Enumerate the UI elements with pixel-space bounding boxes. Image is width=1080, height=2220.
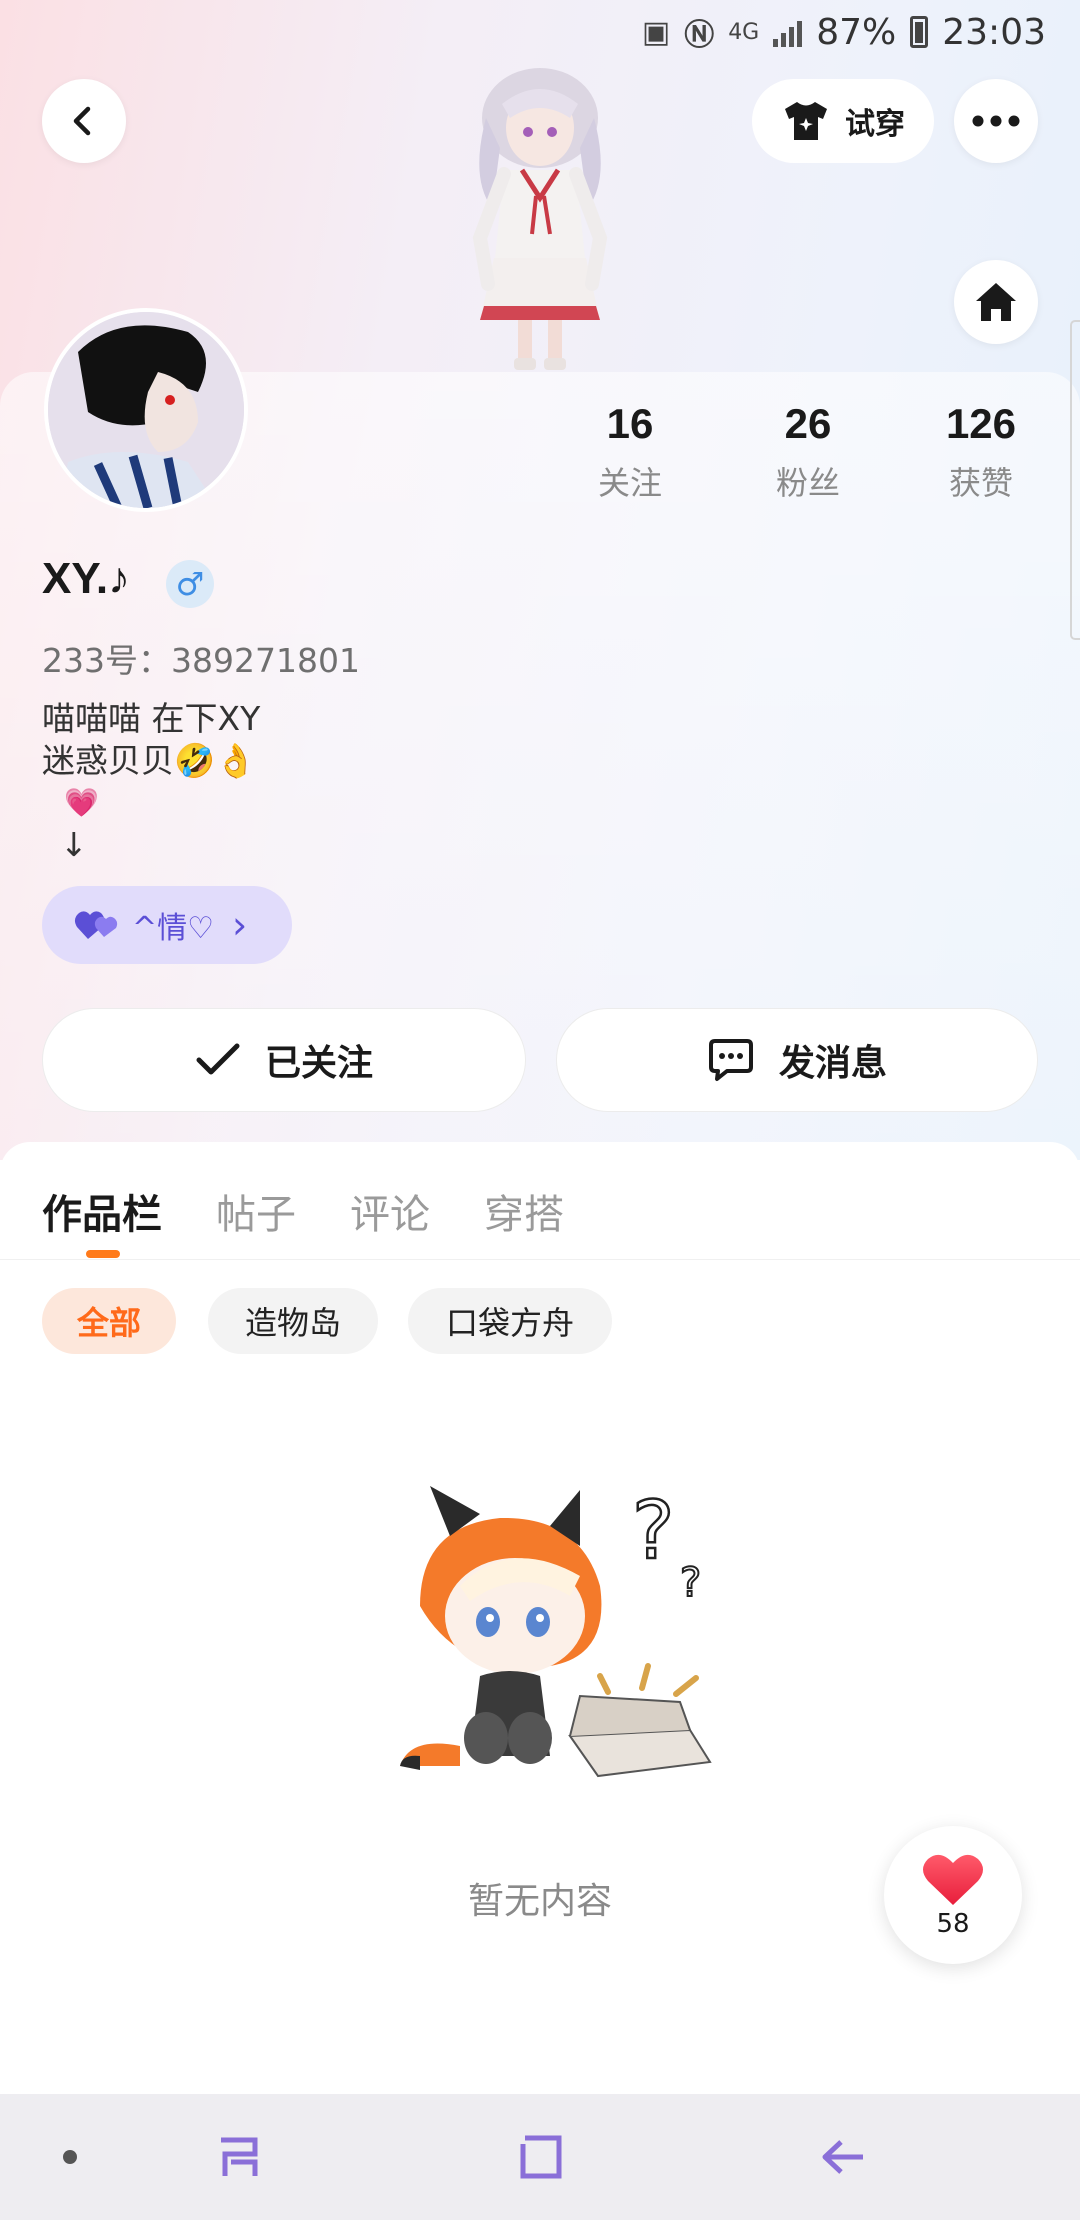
tab-posts[interactable]: 帖子 (216, 1182, 296, 1240)
3d-avatar-figure[interactable] (440, 58, 640, 374)
following-count: 16 (606, 400, 654, 447)
empty-state-illustration: ? ? (400, 1483, 712, 1778)
content-tabs: 作品栏 帖子 评论 穿搭 (0, 1142, 1080, 1260)
nfc-icon: Ⓝ (684, 18, 715, 53)
tab-comments[interactable]: 评论 (350, 1182, 430, 1240)
user-id[interactable]: 233号：389271801 (42, 634, 360, 682)
bio-line: ↓ (60, 825, 88, 864)
signal-icon (773, 17, 803, 47)
tab-outfits[interactable]: 穿搭 (484, 1182, 564, 1240)
relationship-tag-label: ^情♡ (132, 911, 215, 946)
bio-line: 喵喵喵 在下XY (42, 699, 261, 738)
like-button[interactable]: 58 (884, 1826, 1022, 1964)
edge-handle[interactable] (1070, 320, 1080, 640)
recent-apps-button[interactable] (200, 2094, 280, 2220)
tshirt-icon (785, 102, 827, 140)
following-label: 关注 (597, 464, 662, 502)
likes-label: 获赞 (948, 464, 1013, 502)
heart-icon (923, 1854, 983, 1905)
dot-icon (63, 2150, 77, 2164)
male-gender-icon: ♂ (166, 560, 214, 608)
recent-apps-icon (221, 2137, 258, 2176)
chevron-right-icon: › (232, 903, 248, 947)
bio: 喵喵喵 在下XY 迷惑贝贝🤣👌 💗 ↓ (42, 698, 260, 866)
try-on-label: 试穿 (845, 107, 905, 142)
status-bar: ▣ Ⓝ 4G 87% 23:03 (0, 0, 1080, 64)
followed-button[interactable]: 已关注 (42, 1008, 526, 1112)
battery-percent: 87% (816, 11, 897, 53)
chevron-left-icon (73, 106, 91, 136)
fans-label: 粉丝 (775, 464, 840, 502)
more-button[interactable] (954, 79, 1038, 163)
avatar[interactable] (44, 308, 248, 512)
svg-text:?: ? (632, 1484, 674, 1577)
filter-chip-pocket-ark[interactable]: 口袋方舟 (408, 1288, 612, 1354)
check-icon (196, 1043, 240, 1075)
svg-text:?: ? (680, 1560, 701, 1606)
username: XY.♪ (42, 554, 131, 603)
clock: 23:03 (942, 11, 1046, 53)
chat-bubble-icon (708, 1039, 753, 1081)
system-navigation-bar (0, 2094, 1080, 2220)
stat-following[interactable]: 16 关注 (560, 400, 700, 504)
battery-icon (910, 16, 929, 48)
profile-stats: 16 关注 26 粉丝 126 获赞 (560, 400, 1060, 510)
try-on-button[interactable]: 试穿 (752, 79, 934, 163)
back-button[interactable] (42, 79, 126, 163)
relationship-tag[interactable]: ^情♡ › (42, 886, 292, 964)
nav-dot-button[interactable] (40, 2094, 100, 2220)
like-count: 58 (936, 1909, 970, 1939)
active-tab-indicator (86, 1250, 120, 1258)
bio-line: 💗 (64, 786, 99, 819)
filter-chip-creation-island[interactable]: 造物岛 (208, 1288, 378, 1354)
fans-count: 26 (784, 400, 832, 447)
network-type: 4G (728, 19, 760, 45)
home-square-icon (520, 2135, 562, 2179)
double-heart-icon (74, 911, 118, 939)
more-dots-icon (972, 115, 1020, 127)
likes-count: 126 (945, 400, 1017, 447)
home-icon (976, 283, 1016, 321)
home-nav-button[interactable] (500, 2094, 580, 2220)
back-arrow-icon (822, 2140, 863, 2174)
bio-line: 迷惑贝贝🤣👌 (42, 741, 257, 780)
filter-chip-all[interactable]: 全部 (42, 1288, 176, 1354)
followed-label: 已关注 (264, 1043, 373, 1084)
send-message-label: 发消息 (778, 1043, 887, 1084)
stat-likes[interactable]: 126 获赞 (911, 400, 1051, 504)
tab-works[interactable]: 作品栏 (42, 1182, 162, 1240)
battery-saver-icon: ▣ (641, 14, 671, 50)
send-message-button[interactable]: 发消息 (556, 1008, 1038, 1112)
stat-fans[interactable]: 26 粉丝 (738, 400, 878, 504)
avatar-image (48, 312, 244, 508)
back-nav-button[interactable] (804, 2094, 884, 2220)
home-button[interactable] (954, 260, 1038, 344)
